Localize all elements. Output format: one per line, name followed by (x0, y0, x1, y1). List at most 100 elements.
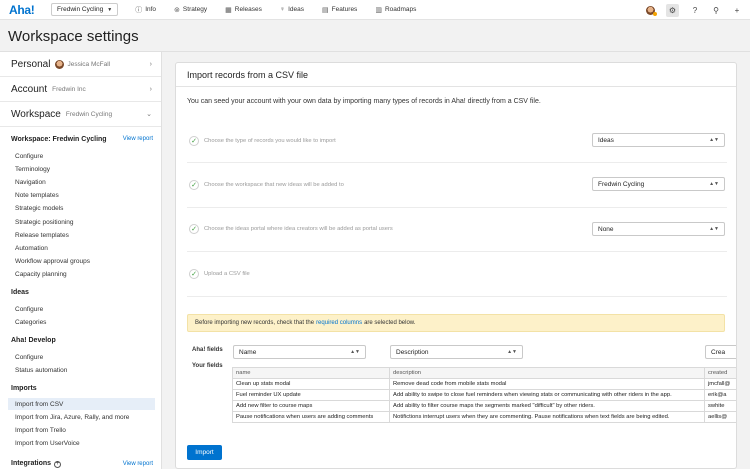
roadmaps-icon: ▥ (375, 6, 382, 14)
sidebar-item-configure[interactable]: Configure (8, 303, 155, 315)
account-settings-row[interactable]: Account Fredwin Inc › (0, 77, 161, 102)
table-row: Clean up stats modal Remove dead code fro… (232, 378, 736, 390)
workspace-switcher-label: Fredwin Cycling (57, 6, 104, 13)
sidebar-item-workflow-approval-groups[interactable]: Workflow approval groups (8, 256, 155, 268)
strategy-icon: ⊚ (174, 6, 180, 14)
aha-field-select-name[interactable]: Name ▲▼ (233, 345, 366, 359)
help-icon[interactable]: ? (690, 6, 700, 15)
sidebar-item-import-from-jira-azure-rally-and-more[interactable]: Import from Jira, Azure, Rally, and more (8, 411, 155, 423)
sidebar-item-import-from-uservoice[interactable]: Import from UserVoice (8, 438, 155, 450)
workspace-switcher[interactable]: Fredwin Cycling ▼ (51, 3, 119, 16)
record-type-select[interactable]: Ideas ▲▼ (592, 133, 725, 147)
step-label: Choose the workspace that new ideas will… (204, 182, 344, 188)
sidebar-item-strategic-models[interactable]: Strategic models (8, 203, 155, 215)
nav-link-label: Releases (234, 6, 262, 13)
step-portal: ✓ Choose the ideas portal where idea cre… (187, 208, 727, 252)
settings-sidebar: Personal Jessica McFall › Account Fredwi… (0, 52, 162, 469)
table-header-row: name description created (232, 367, 736, 379)
csv-import-panel: Import records from a CSV file You can s… (175, 62, 737, 469)
table-cell: Remove dead code from mobile stats modal (389, 378, 705, 390)
intro-text: You can seed your account with your own … (187, 98, 541, 105)
aha-field-select-description[interactable]: Description ▲▼ (390, 345, 523, 359)
nav-link-features[interactable]: ▤ Features (313, 5, 366, 15)
table-cell: Add new filter to course maps (232, 400, 390, 412)
select-caret-icon: ▲▼ (709, 226, 719, 232)
account-name: Fredwin Inc (52, 85, 86, 93)
step-label: Choose the ideas portal where idea creat… (204, 226, 393, 232)
select-caret-icon: ▲▼ (709, 181, 719, 187)
search-icon[interactable]: ⚲ (711, 6, 721, 15)
portal-select[interactable]: None ▲▼ (592, 222, 725, 236)
settings-gear-icon[interactable]: ⚙ (666, 3, 679, 17)
table-cell: swhite (704, 400, 736, 412)
add-integration-icon[interactable]: + (54, 461, 62, 468)
step-label: Choose the type of records you would lik… (204, 138, 336, 144)
sidebar-item-capacity-planning[interactable]: Capacity planning (8, 269, 155, 281)
personal-settings-row[interactable]: Personal Jessica McFall › (0, 52, 161, 77)
field-select-value: Description (396, 348, 429, 356)
sidebar-item-categories[interactable]: Categories (8, 316, 155, 328)
sidebar-item-import-from-csv[interactable]: Import from CSV (8, 398, 155, 410)
section-title-workspace: Workspace: Fredwin Cycling (11, 136, 107, 143)
checkmark-icon: ✓ (189, 136, 199, 146)
table-cell: Pause notifications when users are addin… (232, 411, 390, 423)
sidebar-item-automation[interactable]: Automation (8, 242, 155, 254)
column-header: created (704, 367, 736, 379)
table-cell: Add ability to filter course maps the se… (389, 400, 705, 412)
required-columns-link[interactable]: required columns (316, 320, 362, 326)
checkmark-icon: ✓ (189, 224, 199, 234)
select-caret-icon: ▲▼ (507, 349, 517, 355)
nav-link-strategy[interactable]: ⊚ Strategy (165, 5, 216, 15)
aha-logo[interactable]: Aha! (9, 3, 45, 17)
table-cell: erik@a (704, 389, 736, 401)
sidebar-item-terminology[interactable]: Terminology (8, 163, 155, 175)
table-row: Pause notifications when users are addin… (232, 411, 736, 423)
sidebar-item-navigation[interactable]: Navigation (8, 176, 155, 188)
table-cell: Fuel reminder UX update (232, 389, 390, 401)
sidebar-item-status-automation[interactable]: Status automation (8, 364, 155, 376)
table-cell: aellis@ (704, 411, 736, 423)
nav-link-label: Ideas (288, 6, 305, 13)
csv-preview-table: name description created Clean up stats mod… (232, 367, 736, 423)
avatar (55, 59, 65, 69)
nav-link-info[interactable]: ⓘ Info (126, 5, 165, 15)
sidebar-item-configure[interactable]: Configure (8, 351, 155, 363)
releases-icon: ▦ (225, 6, 232, 14)
workspace-select[interactable]: Fredwin Cycling ▲▼ (592, 177, 725, 191)
personal-label: Personal (11, 58, 51, 70)
table-cell: Add ability to swipe to close fuel remin… (389, 389, 705, 401)
nav-link-ideas[interactable]: ♀ Ideas (271, 5, 313, 15)
your-fields-label: Your fields (192, 363, 223, 369)
checkmark-icon: ✓ (189, 269, 199, 279)
sidebar-item-configure[interactable]: Configure (8, 150, 155, 162)
user-avatar[interactable] (646, 5, 657, 16)
sidebar-item-note-templates[interactable]: Note templates (8, 190, 155, 202)
add-plus-icon[interactable]: + (732, 6, 742, 15)
info-icon: ⓘ (135, 6, 143, 14)
workspace-settings-row[interactable]: Workspace Fredwin Cycling ⌄ (0, 102, 161, 127)
top-right-tools: ⚙ ? ⚲ + (646, 0, 742, 20)
view-report-link[interactable]: View report (123, 136, 153, 142)
nav-link-roadmaps[interactable]: ▥ Roadmaps (366, 5, 425, 15)
section-title-imports: Imports (11, 385, 37, 392)
import-button[interactable]: Import (187, 445, 222, 460)
sidebar-item-import-from-trello[interactable]: Import from Trello (8, 424, 155, 436)
field-select-value: Name (239, 348, 257, 356)
integrations-view-report-link[interactable]: View report (123, 461, 153, 467)
nav-link-label: Roadmaps (384, 6, 417, 13)
nav-link-label: Features (331, 6, 358, 13)
nav-link-releases[interactable]: ▦ Releases (216, 5, 271, 15)
aha-fields-label: Aha! fields (192, 347, 223, 353)
sidebar-item-release-templates[interactable]: Release templates (8, 229, 155, 241)
aha-field-select-created[interactable]: Crea (705, 345, 736, 359)
table-row: Fuel reminder UX update Add ability to sw… (232, 389, 736, 401)
table-cell: Clean up stats modal (232, 378, 390, 390)
ideas-icon: ♀ (279, 6, 286, 13)
step-upload-csv: ✓ Upload a CSV file (187, 252, 727, 297)
top-navigation-bar: Aha! Fredwin Cycling ▼ ⓘ Info ⊚ Strategy ▦ Re… (0, 0, 750, 20)
step-workspace: ✓ Choose the workspace that new ideas wi… (187, 163, 727, 208)
workspace-select-value: Fredwin Cycling (598, 180, 645, 188)
table-cell: Notifictions interrupt users when they a… (389, 411, 705, 423)
section-title-develop: Aha! Develop (11, 337, 56, 344)
sidebar-item-strategic-positioning[interactable]: Strategic positioning (8, 216, 155, 228)
